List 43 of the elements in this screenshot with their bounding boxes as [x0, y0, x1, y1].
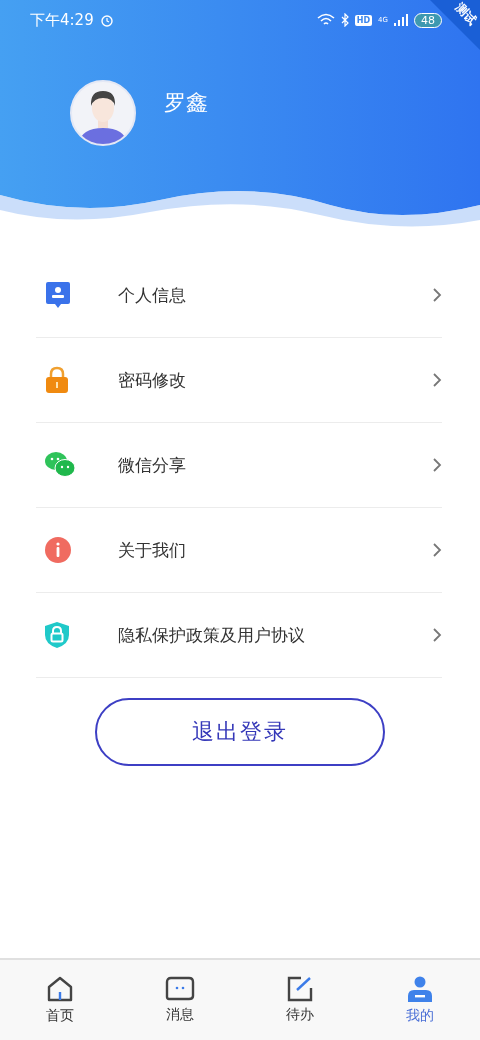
menu-item[interactable]: 隐私保护政策及用户协议: [36, 593, 442, 678]
tab[interactable]: 消息: [120, 960, 240, 1040]
menu-item[interactable]: 个人信息: [36, 253, 442, 338]
tab[interactable]: 首页: [0, 960, 120, 1040]
status-time: 下午4:29: [30, 10, 94, 30]
hd-badge: HD: [354, 14, 373, 26]
chevron-icon: [432, 372, 442, 388]
chevron-icon: [432, 542, 442, 558]
chevron-icon: [432, 287, 442, 303]
signal-icon: [394, 14, 408, 26]
tab[interactable]: 我的: [360, 960, 480, 1040]
person-icon: [406, 975, 434, 1003]
bluetooth-icon: [340, 13, 349, 27]
logout-button[interactable]: 退出登录: [95, 698, 385, 766]
contact-card-icon: [44, 281, 72, 309]
user-name: 罗鑫: [164, 89, 208, 117]
menu-label: 关于我们: [118, 538, 187, 562]
menu-item[interactable]: 微信分享: [36, 423, 442, 508]
alarm-icon: [99, 13, 114, 27]
edit-icon: [287, 976, 313, 1002]
menu-label: 密码修改: [118, 368, 187, 392]
avatar: [70, 80, 136, 146]
tab[interactable]: 待办: [240, 960, 360, 1040]
test-label: 测试: [453, 1, 479, 27]
chevron-icon: [432, 457, 442, 473]
home-icon: [46, 975, 74, 1003]
shield-lock-icon: [44, 621, 70, 649]
chat-icon: [165, 976, 195, 1002]
battery-level: 48: [414, 12, 442, 28]
menu-item[interactable]: 关于我们: [36, 508, 442, 593]
tab-label: 我的: [406, 1007, 434, 1025]
tab-label: 消息: [166, 1006, 194, 1024]
menu-label: 微信分享: [118, 453, 187, 477]
lock-icon: [44, 366, 70, 394]
chevron-icon: [432, 627, 442, 643]
tab-label: 待办: [286, 1006, 314, 1024]
menu-item[interactable]: 密码修改: [36, 338, 442, 423]
chat-bubbles-icon: [44, 451, 76, 479]
info-icon: [44, 536, 72, 564]
tab-label: 首页: [46, 1007, 74, 1025]
menu-label: 隐私保护政策及用户协议: [118, 623, 306, 647]
wifi-icon: [316, 13, 335, 27]
menu-label: 个人信息: [118, 283, 187, 307]
